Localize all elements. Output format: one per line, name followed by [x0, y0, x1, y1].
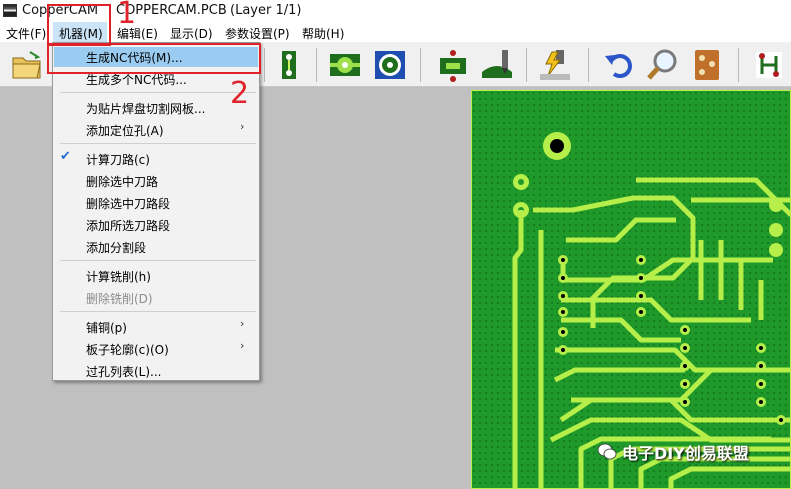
milling-tool-icon[interactable]: [480, 48, 514, 82]
submenu-arrow-icon: ›: [240, 120, 245, 133]
drill-icon[interactable]: [436, 48, 470, 82]
pcb-layer-icon[interactable]: [272, 48, 306, 82]
menu-item-board-outline[interactable]: 板子轮廓(c)(O): [86, 341, 169, 358]
zoom-icon[interactable]: [646, 48, 680, 82]
menu-separator: [60, 311, 256, 312]
toolbar-separator: [588, 48, 589, 82]
menu-help[interactable]: 帮助(H): [302, 25, 344, 42]
menu-separator: [60, 260, 256, 261]
annotation-label-2: 2: [230, 76, 250, 111]
app-logo-icon: [3, 4, 17, 17]
checkmark-icon: ✔: [60, 149, 71, 164]
board-icon[interactable]: [690, 48, 724, 82]
menu-separator: [60, 143, 256, 144]
annotation-box-1: [47, 4, 111, 46]
pad-icon[interactable]: [328, 48, 362, 82]
submenu-arrow-icon: ›: [240, 317, 245, 330]
pad-ring-icon[interactable]: [373, 48, 407, 82]
menu-item-delete-selected-path[interactable]: 删除选中刀路: [86, 173, 158, 190]
undo-icon[interactable]: [602, 48, 636, 82]
annotation-label-1: 1: [117, 0, 137, 31]
menu-item-delete-selected-segment[interactable]: 删除选中刀路段: [86, 195, 170, 212]
menu-display[interactable]: 显示(D): [170, 25, 213, 42]
window-title-layer: (Layer 1/1): [230, 3, 302, 18]
track-icon[interactable]: [752, 48, 786, 82]
toolbar-separator: [420, 48, 421, 82]
menu-item-compute-toolpath[interactable]: 计算刀路(c): [86, 151, 150, 168]
pcb-drawing: [471, 90, 791, 489]
menu-item-copper-pour[interactable]: 铺铜(p): [86, 319, 127, 336]
lightning-tool-icon[interactable]: [538, 48, 572, 82]
menu-item-add-locating-holes[interactable]: 添加定位孔(A): [86, 122, 164, 139]
menu-item-delete-milling: 删除铣削(D): [86, 292, 153, 306]
menu-parameters[interactable]: 参数设置(P): [225, 25, 290, 42]
menu-file[interactable]: 文件(F): [6, 25, 46, 42]
toolbar-separator: [264, 48, 265, 82]
open-folder-icon[interactable]: [10, 48, 44, 82]
submenu-arrow-icon: ›: [240, 339, 245, 352]
annotation-box-2: [47, 43, 261, 74]
toolbar-separator: [526, 48, 527, 82]
menu-separator: [60, 92, 256, 93]
toolbar-separator: [738, 48, 739, 82]
menu-item-stencil[interactable]: 为贴片焊盘切割网板...: [86, 100, 205, 117]
menu-item-via-list[interactable]: 过孔列表(L)...: [86, 363, 162, 380]
toolbar-separator: [316, 48, 317, 82]
menu-item-add-selected-segment[interactable]: 添加所选刀路段: [86, 217, 170, 234]
pcb-view[interactable]: [471, 90, 791, 489]
menu-item-add-split-segment[interactable]: 添加分割段: [86, 239, 146, 256]
watermark-text: 电子DIY创易联盟: [622, 444, 749, 463]
wechat-icon: [597, 443, 617, 460]
menu-item-compute-milling[interactable]: 计算铣削(h): [86, 268, 151, 285]
